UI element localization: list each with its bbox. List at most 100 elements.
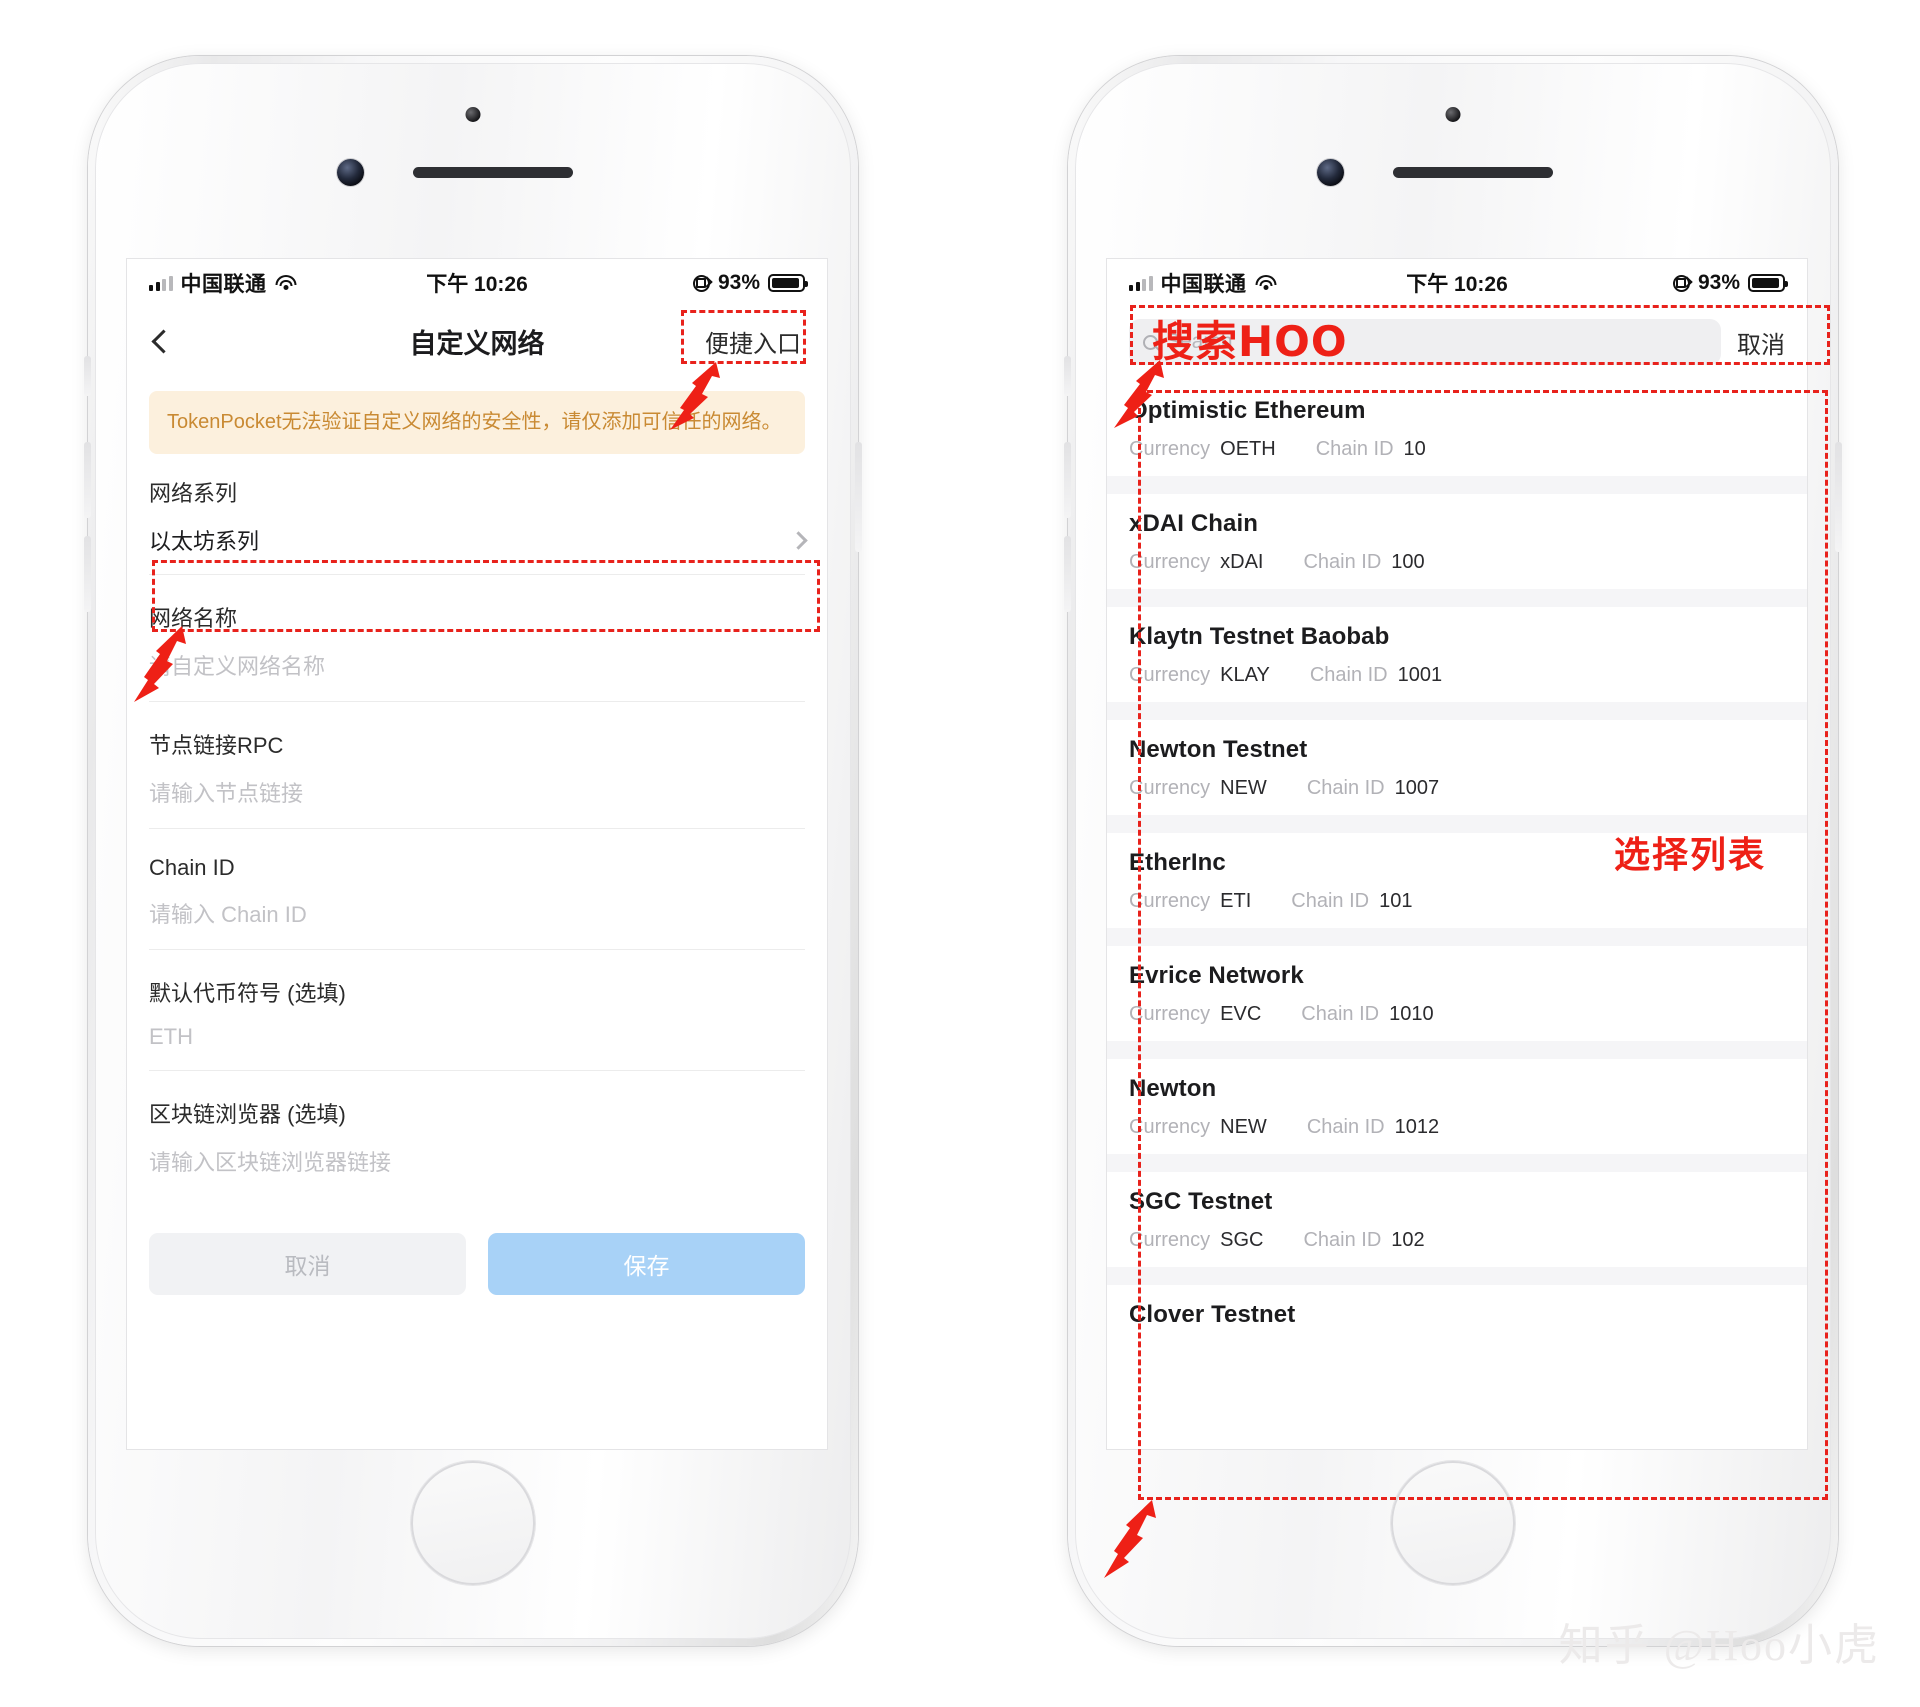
currency-key: Currency [1129, 1229, 1211, 1251]
network-series-select[interactable]: 以太坊系列 [127, 508, 827, 574]
rpc-label: 节点链接RPC [149, 733, 284, 758]
earpiece-speaker [413, 167, 573, 178]
chain-id-value: 10 [1403, 438, 1426, 460]
volume-up-button[interactable] [84, 442, 91, 518]
currency-value: xDAI [1220, 551, 1264, 573]
chain-id-key: Chain ID [1303, 551, 1382, 573]
save-button[interactable]: 保存 [488, 1233, 805, 1295]
power-button[interactable] [855, 442, 862, 552]
currency-key: Currency [1129, 551, 1211, 573]
volume-down-button[interactable] [84, 536, 91, 612]
chain-id-key: Chain ID [1315, 438, 1394, 460]
chain-list-item[interactable]: Klaytn Testnet Baobab Currency KLAY Chain I… [1107, 607, 1807, 702]
chain-list-item[interactable]: xDAI Chain Currency xDAI Chain ID 100 [1107, 494, 1807, 589]
status-bar-right: 中国联通 下午 10:26 93% [1107, 259, 1807, 307]
currency-value: NEW [1220, 777, 1267, 799]
carrier-label: 中国联通 [180, 273, 267, 296]
volume-up-button[interactable] [1064, 442, 1071, 518]
battery-percent-label: 93% [717, 271, 760, 294]
chain-id-key: Chain ID [1301, 1003, 1380, 1025]
home-button[interactable] [1391, 1461, 1515, 1585]
rpc-input[interactable]: 请输入节点链接 [127, 760, 827, 828]
chain-id-value: 102 [1391, 1229, 1425, 1251]
status-right-group: 93% [1672, 271, 1788, 295]
token-symbol-label: 默认代币符号 (选填) [149, 981, 346, 1006]
chain-id-key: Chain ID [1309, 664, 1388, 686]
rotation-lock-icon [1672, 274, 1690, 292]
carrier-label: 中国联通 [1160, 273, 1247, 296]
sensor-cluster [1075, 107, 1831, 199]
phone-left-body: 中国联通 下午 10:26 93% 自定义网络 便捷入口 TokenPocket… [95, 63, 851, 1639]
chain-id-key: Chain ID [1291, 890, 1370, 912]
chain-id-value: 1010 [1389, 1003, 1434, 1025]
search-cancel-button[interactable]: 取消 [1737, 325, 1785, 360]
back-chevron-icon[interactable] [151, 328, 176, 354]
screenshot-stage: 中国联通 下午 10:26 93% 自定义网络 便捷入口 TokenPocket… [0, 0, 1920, 1707]
wifi-icon [275, 275, 297, 291]
chain-id-key: Chain ID [1306, 777, 1385, 799]
chain-name: Klaytn Testnet Baobab [1129, 623, 1390, 650]
camera-dot-icon [1445, 107, 1461, 122]
annotation-label-select-list: 选择列表 [1614, 835, 1767, 876]
chain-list-separator [1107, 1154, 1807, 1172]
network-series-label: 网络系列 [149, 481, 238, 506]
front-camera-icon [337, 159, 364, 186]
cellular-bars-icon [149, 275, 173, 291]
form-action-row: 取消 保存 [127, 1197, 827, 1295]
chain-name: xDAI Chain [1129, 510, 1259, 537]
annotation-arrow-chain-list [1104, 1500, 1156, 1578]
chain-list-separator [1107, 476, 1807, 494]
mute-switch[interactable] [84, 356, 91, 396]
chain-list-separator [1107, 1041, 1807, 1059]
currency-key: Currency [1129, 890, 1211, 912]
status-left-group: 中国联通 [1129, 268, 1277, 298]
chain-meta: Currency EVC Chain ID 1010 [1129, 1003, 1785, 1026]
token-symbol-input[interactable]: ETH [127, 1008, 827, 1070]
home-button[interactable] [411, 1461, 535, 1585]
left-screen: 中国联通 下午 10:26 93% 自定义网络 便捷入口 TokenPocket… [127, 259, 827, 1449]
volume-down-button[interactable] [1064, 536, 1071, 612]
rotation-lock-icon [692, 274, 710, 292]
chain-id-value: 1012 [1394, 1116, 1440, 1138]
chain-id-key: Chain ID [1306, 1116, 1385, 1138]
cellular-bars-icon [1129, 275, 1153, 291]
currency-value: OETH [1220, 438, 1276, 460]
currency-key: Currency [1129, 1003, 1211, 1025]
currency-value: ETI [1220, 890, 1252, 912]
chain-name: Newton [1129, 1075, 1217, 1102]
chain-list-item[interactable]: Clover Testnet [1107, 1285, 1807, 1344]
watermark: 知乎 @Hoo小虎 [1558, 1621, 1880, 1670]
currency-value: NEW [1220, 1116, 1267, 1138]
chain-name: Optimistic Ethereum [1129, 397, 1366, 424]
chain-name: Newton Testnet [1129, 736, 1308, 763]
status-time: 下午 10:26 [426, 273, 528, 296]
page-title: 自定义网络 [409, 328, 545, 359]
currency-value: EVC [1220, 1003, 1262, 1025]
chain-list-item[interactable]: Newton Currency NEW Chain ID 1012 [1107, 1059, 1807, 1154]
chain-name: Evrice Network [1129, 962, 1304, 989]
chain-name: Clover Testnet [1129, 1301, 1296, 1328]
chain-list-item[interactable]: SGC Testnet Currency SGC Chain ID 102 [1107, 1172, 1807, 1267]
mute-switch[interactable] [1064, 356, 1071, 396]
chain-list-item[interactable]: Newton Testnet Currency NEW Chain ID 1007 [1107, 720, 1807, 815]
chevron-right-icon [789, 530, 808, 550]
cancel-button[interactable]: 取消 [149, 1233, 466, 1295]
power-button[interactable] [1835, 442, 1842, 552]
annotation-arrow-search [1114, 360, 1164, 428]
chain-id-value: 100 [1391, 551, 1425, 573]
chain-list-item[interactable]: Evrice Network Currency EVC Chain ID 1010 [1107, 946, 1807, 1041]
currency-value: SGC [1220, 1229, 1264, 1251]
chain-id-value: 1007 [1394, 777, 1440, 799]
chain-list-separator [1107, 702, 1807, 720]
chain-list-item[interactable]: Optimistic Ethereum Currency OETH Chain ID 1… [1107, 381, 1807, 476]
status-right-group: 93% [692, 271, 808, 295]
currency-key: Currency [1129, 777, 1211, 799]
chain-meta: Currency KLAY Chain ID 1001 [1129, 664, 1785, 687]
front-camera-icon [1317, 159, 1344, 186]
explorer-input[interactable]: 请输入区块链浏览器链接 [127, 1129, 827, 1197]
chain-id-input[interactable]: 请输入 Chain ID [127, 881, 827, 949]
chain-meta: Currency NEW Chain ID 1007 [1129, 777, 1785, 800]
chain-id-key: Chain ID [1303, 1229, 1382, 1251]
chain-meta: Currency OETH Chain ID 10 [1129, 438, 1785, 461]
chain-id-value: 1001 [1397, 664, 1443, 686]
